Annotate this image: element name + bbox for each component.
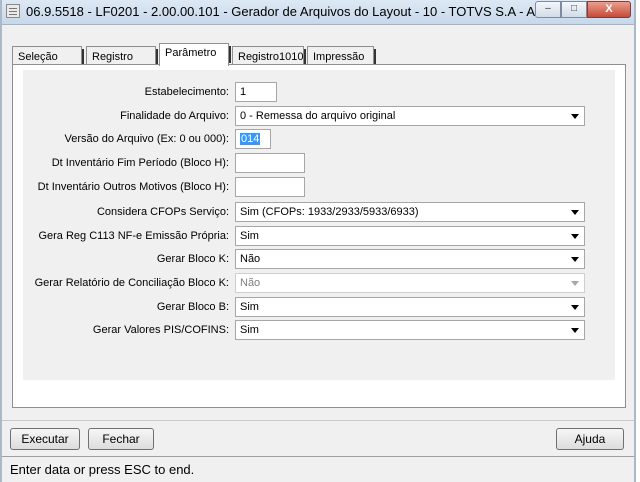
minimize-button[interactable]: –	[535, 1, 561, 18]
c113-select[interactable]: Sim	[235, 226, 585, 246]
chevron-down-icon	[571, 281, 579, 286]
cfops-value: Sim (CFOPs: 1933/2933/5933/6933)	[240, 206, 419, 218]
label-bloco-k: Gerar Bloco K:	[156, 253, 229, 265]
bloco-k-select[interactable]: Não	[235, 249, 585, 269]
estabelecimento-input[interactable]: 1	[235, 82, 277, 102]
label-finalidade: Finalidade do Arquivo:	[120, 110, 229, 122]
chevron-down-icon	[571, 114, 579, 119]
finalidade-value: 0 - Remessa do arquivo original	[240, 110, 396, 122]
label-versao: Versão do Arquivo (Ex: 0 ou 000):	[64, 133, 230, 145]
c113-value: Sim	[240, 230, 259, 242]
divider	[2, 420, 634, 421]
tab-parametro[interactable]: Parâmetro	[159, 43, 231, 66]
bloco-k-value: Não	[240, 253, 261, 265]
close-icon: X	[605, 3, 613, 15]
label-c113: Gera Reg C113 NF-e Emissão Própria:	[38, 230, 229, 242]
status-text: Enter data or press ESC to end.	[10, 462, 195, 477]
conciliacao-k-value: Não	[240, 277, 261, 289]
finalidade-select[interactable]: 0 - Remessa do arquivo original	[235, 106, 585, 126]
close-button[interactable]: X	[587, 1, 631, 18]
app-window: 06.9.5518 - LF0201 - 2.00.00.101 - Gerad…	[0, 0, 636, 482]
label-pis-cofins: Gerar Valores PIS/COFINS:	[92, 324, 229, 336]
maximize-button[interactable]: □	[561, 1, 587, 18]
ajuda-button[interactable]: Ajuda	[556, 428, 624, 450]
bloco-b-value: Sim	[240, 301, 259, 313]
label-dt-fim-periodo: Dt Inventário Fim Período (Bloco H):	[51, 157, 229, 169]
label-bloco-b: Gerar Bloco B:	[156, 301, 229, 313]
title-bar: 06.9.5518 - LF0201 - 2.00.00.101 - Gerad…	[2, 0, 634, 25]
cfops-select[interactable]: Sim (CFOPs: 1933/2933/5933/6933)	[235, 202, 585, 222]
app-icon	[6, 4, 20, 18]
chevron-down-icon	[571, 305, 579, 310]
versao-input[interactable]: 014	[235, 129, 271, 149]
dt-outros-motivos-input[interactable]	[235, 177, 305, 197]
tab-panel: Estabelecimento: 1 Finalidade do Arquivo…	[12, 64, 626, 408]
window-title: 06.9.5518 - LF0201 - 2.00.00.101 - Gerad…	[26, 4, 585, 19]
tab-impressao[interactable]: Impressão	[307, 46, 376, 66]
status-bar: Enter data or press ESC to end.	[2, 456, 634, 482]
pis-cofins-select[interactable]: Sim	[235, 320, 585, 340]
versao-value: 014	[240, 133, 261, 145]
chevron-down-icon	[571, 257, 579, 262]
maximize-icon: □	[570, 3, 578, 14]
tab-registro1010[interactable]: Registro1010	[232, 46, 306, 66]
tab-registro[interactable]: Registro	[86, 46, 158, 66]
pis-cofins-value: Sim	[240, 324, 259, 336]
tab-selecao[interactable]: Seleção	[12, 46, 84, 66]
conciliacao-k-select: Não	[235, 273, 585, 293]
label-estabelecimento: Estabelecimento:	[144, 86, 229, 98]
fechar-button[interactable]: Fechar	[88, 428, 154, 450]
executar-button[interactable]: Executar	[10, 428, 80, 450]
label-conciliacao-k: Gerar Relatório de Conciliação Bloco K:	[34, 277, 229, 289]
dt-fim-periodo-input[interactable]	[235, 153, 305, 173]
chevron-down-icon	[571, 328, 579, 333]
minimize-icon: –	[545, 3, 551, 14]
bloco-b-select[interactable]: Sim	[235, 297, 585, 317]
chevron-down-icon	[571, 210, 579, 215]
label-cfops: Considera CFOPs Serviço:	[96, 206, 229, 218]
form-area: Estabelecimento: 1 Finalidade do Arquivo…	[23, 70, 615, 380]
label-dt-outros-motivos: Dt Inventário Outros Motivos (Bloco H):	[37, 181, 229, 193]
chevron-down-icon	[571, 234, 579, 239]
